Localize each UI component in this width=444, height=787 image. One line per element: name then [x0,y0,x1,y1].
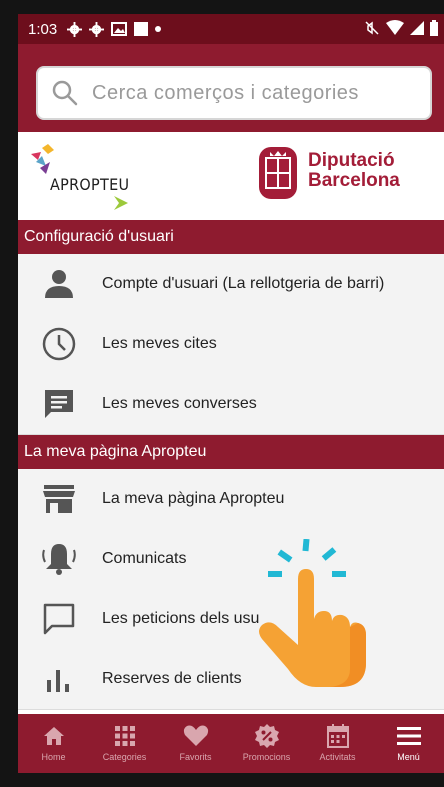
section-header-my-page: La meva pàgina Apropteu [18,435,444,469]
menu-item-label: Reserves de clients [102,670,242,687]
mute-icon [365,21,379,35]
search-input[interactable]: Cerca comerços i categories [36,66,432,120]
menu-item-label: Les meves converses [102,395,257,412]
apropteu-logo: APROPTEU [28,144,158,212]
diputacio-line2: Barcelona [308,170,400,191]
menu-item-label: Les peticions dels usu [102,610,260,627]
nav-menu[interactable]: Menú [373,714,444,773]
bell-icon [40,540,78,578]
menu-item-conversations[interactable]: Les meves converses [18,374,444,435]
image-icon [111,22,128,36]
home-icon [43,723,65,749]
nav-categories[interactable]: Categories [89,714,160,773]
partner-logos: APROPTEU Diputació Barcelona [18,132,444,220]
notification-icons [67,21,162,37]
section-title: Configuració d'usuari [24,228,174,245]
menu-item-reservations[interactable]: Reserves de clients [18,649,444,710]
chat-icon [40,385,78,423]
store-icon [40,480,78,518]
nav-label: Menú [397,752,420,762]
section-title: La meva pàgina Apropteu [24,443,207,460]
gear-icon [89,21,105,37]
clock-icon [40,325,78,363]
nav-favorites[interactable]: Favorits [160,714,231,773]
heart-icon [183,723,209,749]
menu-item-label: Compte d'usuari (La rellotgeria de barri… [102,275,385,292]
diputacio-seal-icon [259,147,297,199]
grid-icon [114,723,136,749]
nav-label: Home [41,752,66,762]
menu-item-label: Comunicats [102,550,187,567]
nav-promotions[interactable]: Promocions [231,714,302,773]
signal-icon [410,21,424,35]
system-icons [364,20,438,36]
calendar-icon [326,723,349,749]
nav-label: Categories [102,752,147,762]
menu-icon [396,723,421,749]
bottom-navigation: Home Categories Favorits Promocions Acti… [18,714,444,773]
diputacio-wordmark: Diputació Barcelona [308,151,400,191]
menu-item-account[interactable]: Compte d'usuari (La rellotgeria de barri… [18,254,444,315]
search-placeholder: Cerca comerços i categories [92,81,359,104]
phone-frame: 1:03 Cerca comerços i categories APROPTE… [0,0,444,787]
gear-icon [67,21,83,37]
wifi-icon [386,20,404,35]
user-icon [40,265,78,303]
nav-home[interactable]: Home [18,714,89,773]
diputacio-line1: Diputació [308,150,395,171]
apropteu-wordmark: APROPTEU [50,175,130,194]
nav-label: Promocions [242,752,291,762]
menu-item-my-page[interactable]: La meva pàgina Apropteu [18,469,444,530]
nav-label: Favorits [179,752,212,762]
square-icon [134,22,149,36]
menu-item-label: La meva pàgina Apropteu [102,490,285,507]
search-icon [52,80,78,106]
menu-item-label: Les meves cites [102,335,217,352]
menu-item-requests[interactable]: Les peticions dels usu [18,589,444,650]
menu-item-announcements[interactable]: Comunicats [18,529,444,590]
menu-item-appointments[interactable]: Les meves cites [18,314,444,375]
app-screen: 1:03 Cerca comerços i categories APROPTE… [18,14,444,773]
status-time: 1:03 [28,20,58,38]
search-header: Cerca comerços i categories [18,44,444,132]
percent-badge-icon [254,723,280,749]
dot-icon [155,26,162,32]
message-icon [40,600,78,638]
nav-label: Activitats [319,752,356,762]
nav-activities[interactable]: Activitats [302,714,373,773]
diputacio-logo: Diputació Barcelona [258,146,438,206]
section-header-user-settings: Configuració d'usuari [18,220,444,254]
battery-icon [430,20,438,36]
status-bar: 1:03 [18,14,444,44]
bar-chart-icon [40,660,78,698]
